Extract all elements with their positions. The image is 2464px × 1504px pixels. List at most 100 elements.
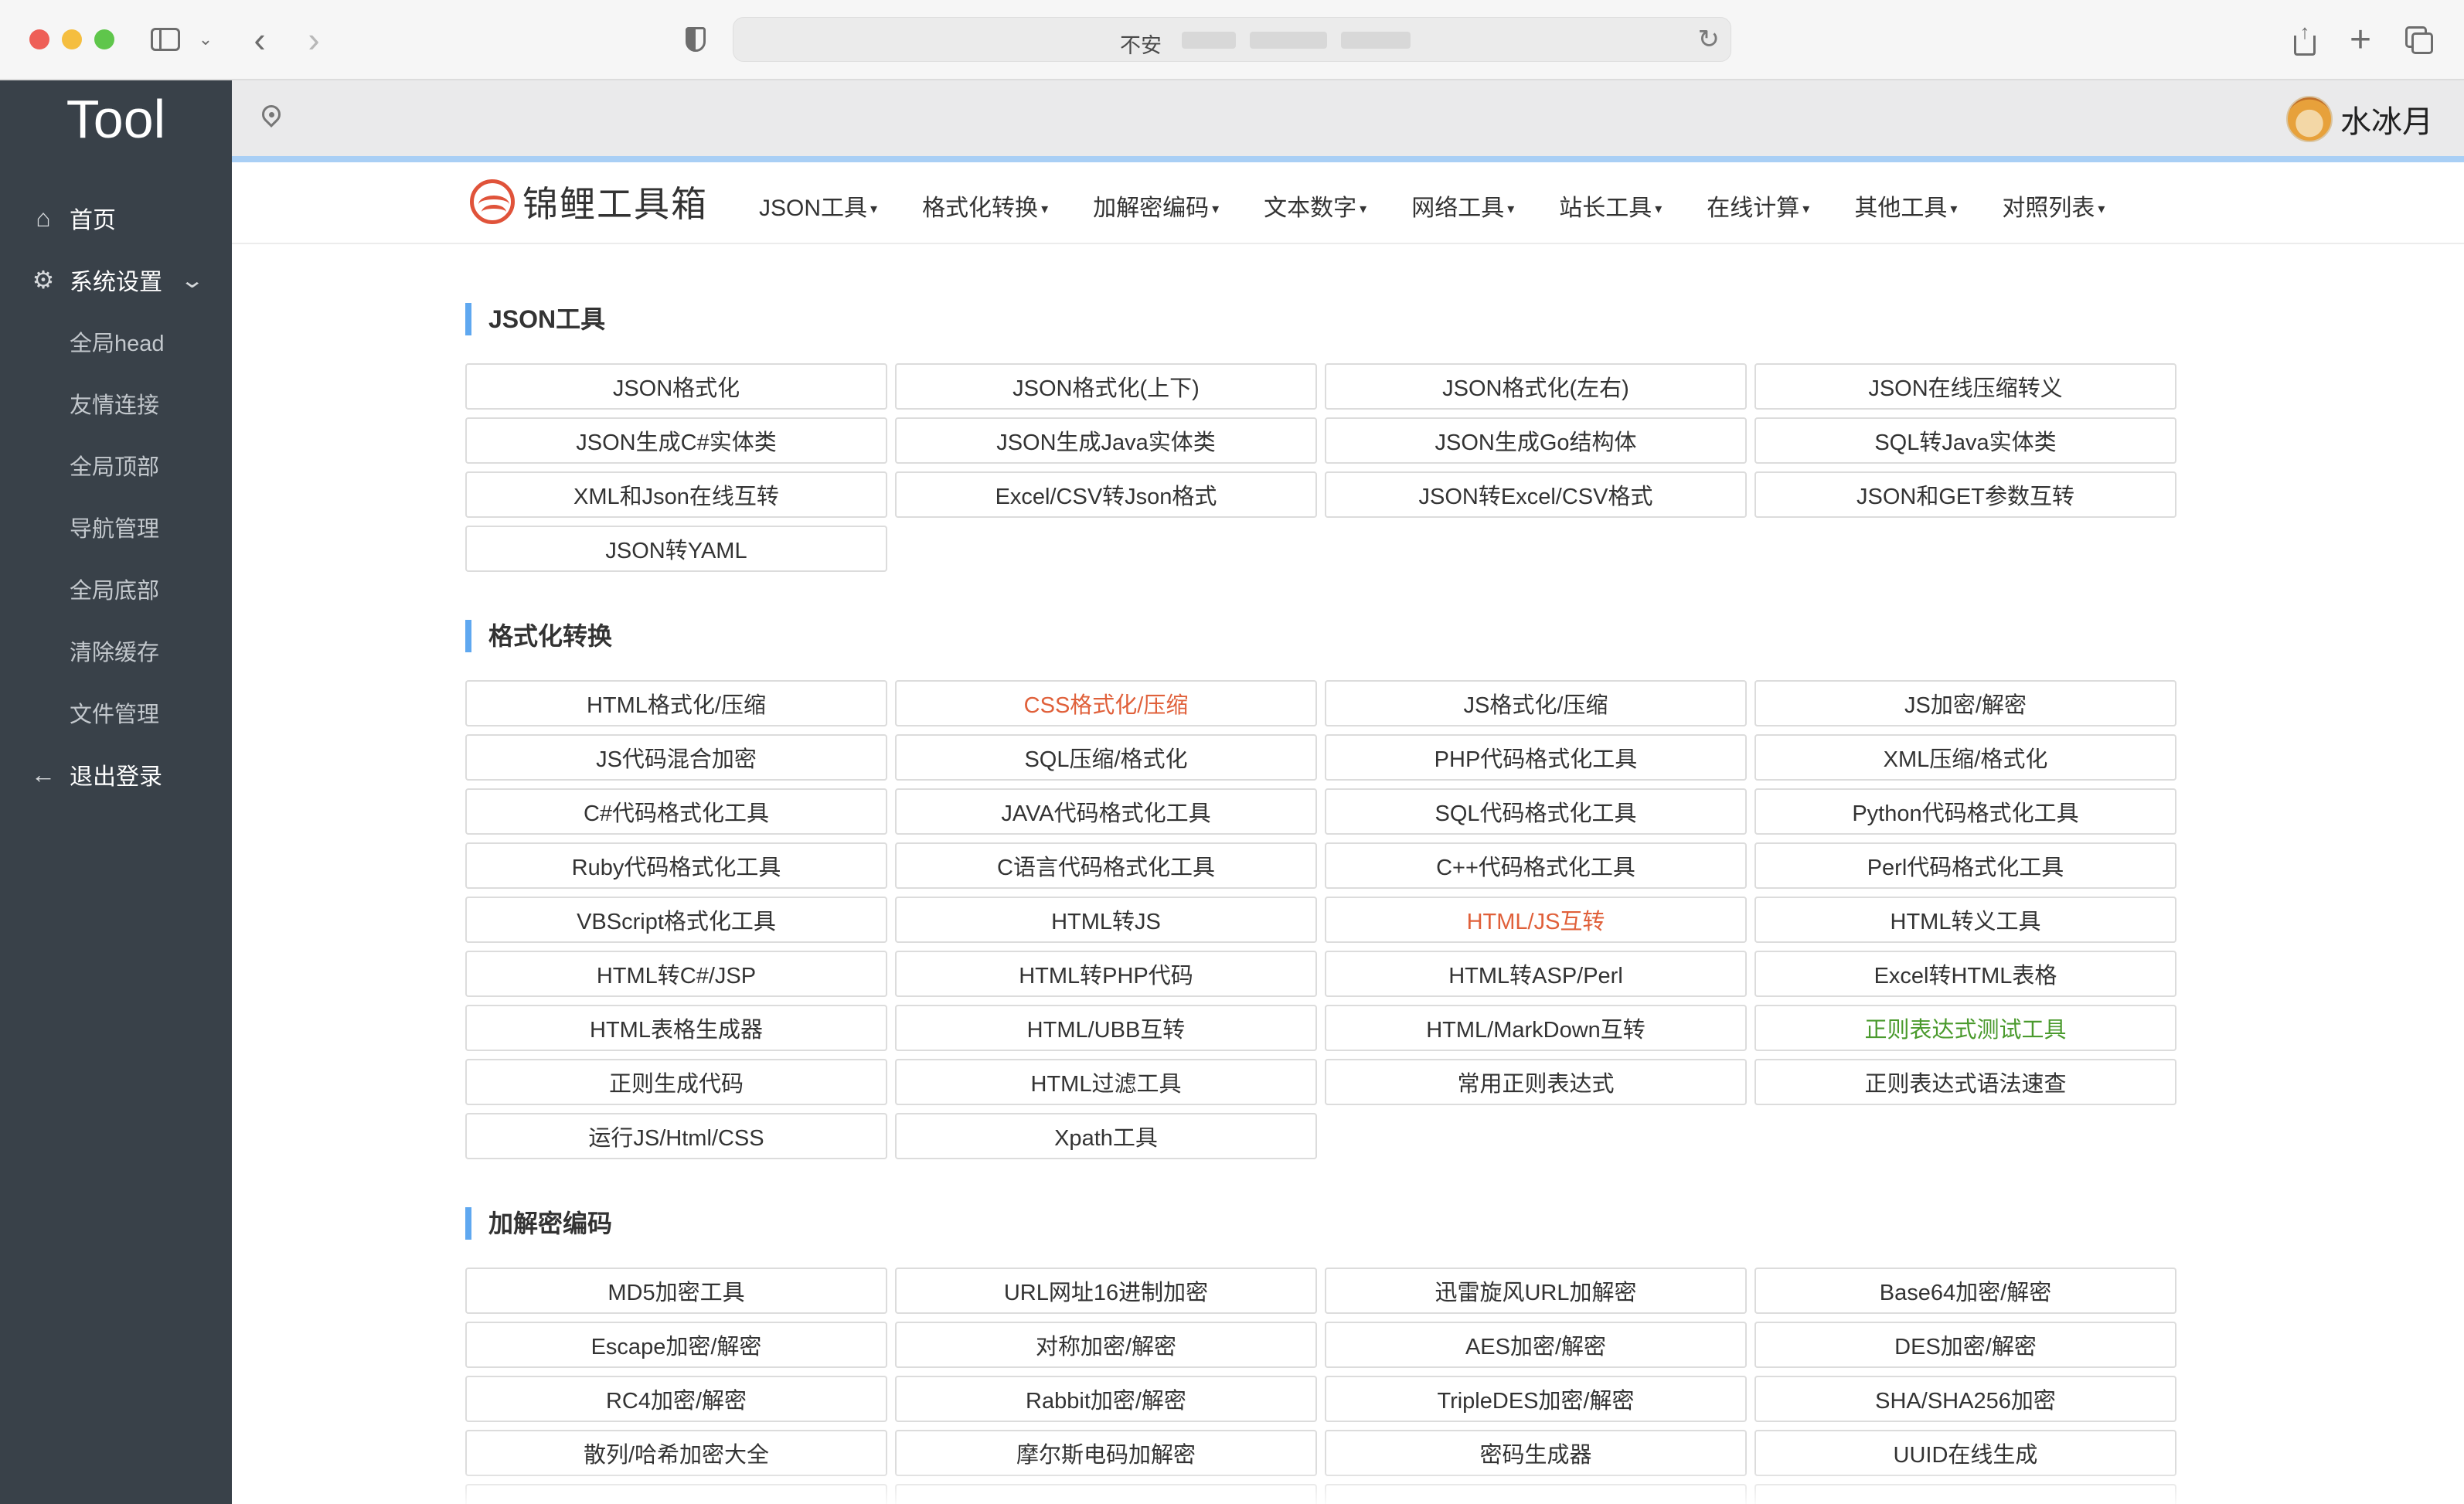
- minimize-window-button[interactable]: [62, 29, 82, 49]
- tool-link[interactable]: UUID在线生成: [1754, 1430, 2176, 1476]
- tool-link[interactable]: VBScript格式化工具: [465, 897, 887, 943]
- tool-link[interactable]: HTML过滤工具: [895, 1059, 1317, 1105]
- tool-link[interactable]: HTML格式化/压缩: [465, 680, 887, 726]
- tool-link[interactable]: JSON生成Go结构体: [1325, 417, 1747, 464]
- tool-link[interactable]: HTML转JS: [895, 897, 1317, 943]
- tool-link[interactable]: JSON转YAML: [465, 526, 887, 572]
- tool-link[interactable]: C语言代码格式化工具: [895, 842, 1317, 889]
- privacy-shield-icon[interactable]: [680, 19, 711, 60]
- tool-link[interactable]: HTML/UBB互转: [895, 1005, 1317, 1051]
- tool-link[interactable]: [465, 1484, 887, 1504]
- tool-link[interactable]: JSON格式化: [465, 363, 887, 410]
- tool-link[interactable]: SQL代码格式化工具: [1325, 788, 1747, 835]
- tool-link[interactable]: 正则表达式测试工具: [1754, 1005, 2176, 1051]
- chevron-down-icon[interactable]: ⌄: [196, 19, 215, 60]
- tool-link[interactable]: [895, 1484, 1317, 1504]
- site-logo[interactable]: 锦鲤工具箱: [470, 176, 708, 227]
- sidebar-item-settings[interactable]: ⚙ 系统设置 ⌄: [0, 249, 232, 311]
- sidebar-subitem[interactable]: 全局head: [0, 311, 232, 373]
- tool-link[interactable]: JSON生成C#实体类: [465, 417, 887, 464]
- tool-link[interactable]: HTML/MarkDown互转: [1325, 1005, 1747, 1051]
- sidebar-item-logout[interactable]: ← 退出登录: [0, 743, 232, 805]
- tool-link[interactable]: Base64加密/解密: [1754, 1268, 2176, 1314]
- tool-link[interactable]: 摩尔斯电码加解密: [895, 1430, 1317, 1476]
- tool-link[interactable]: SQL压缩/格式化: [895, 734, 1317, 781]
- reload-icon[interactable]: ↻: [1698, 24, 1720, 55]
- tool-link[interactable]: Ruby代码格式化工具: [465, 842, 887, 889]
- sidebar-item-home[interactable]: ⌂ 首页: [0, 187, 232, 249]
- tool-link[interactable]: MD5加密工具: [465, 1268, 887, 1314]
- tool-link[interactable]: Xpath工具: [895, 1113, 1317, 1159]
- menu-item[interactable]: 加解密编码 ▾: [1093, 189, 1219, 223]
- tool-link[interactable]: RC4加密/解密: [465, 1376, 887, 1422]
- tool-link[interactable]: 对称加密/解密: [895, 1322, 1317, 1368]
- sidebar-subitem[interactable]: 清除缓存: [0, 620, 232, 682]
- tool-link[interactable]: JS加密/解密: [1754, 680, 2176, 726]
- sidebar-icon[interactable]: [148, 19, 182, 60]
- tool-link[interactable]: JSON和GET参数互转: [1754, 471, 2176, 518]
- menu-item[interactable]: 对照列表 ▾: [2002, 189, 2105, 223]
- tool-link[interactable]: DES加密/解密: [1754, 1322, 2176, 1368]
- sidebar-subitem[interactable]: 友情连接: [0, 373, 232, 434]
- tool-link[interactable]: SQL转Java实体类: [1754, 417, 2176, 464]
- tool-link[interactable]: 正则表达式语法速查: [1754, 1059, 2176, 1105]
- tool-link[interactable]: Rabbit加密/解密: [895, 1376, 1317, 1422]
- address-bar[interactable]: 不安 ↻: [733, 17, 1731, 62]
- tool-link[interactable]: [1325, 1484, 1747, 1504]
- tool-link[interactable]: HTML转ASP/Perl: [1325, 951, 1747, 997]
- new-tab-icon[interactable]: +: [2343, 19, 2377, 60]
- tool-link[interactable]: CSS格式化/压缩: [895, 680, 1317, 726]
- tool-link[interactable]: JSON转Excel/CSV格式: [1325, 471, 1747, 518]
- share-icon[interactable]: ↑: [2288, 19, 2322, 60]
- tool-link[interactable]: SHA/SHA256加密: [1754, 1376, 2176, 1422]
- menu-item[interactable]: 其他工具 ▾: [1854, 189, 1957, 223]
- tool-link[interactable]: 常用正则表达式: [1325, 1059, 1747, 1105]
- tool-link[interactable]: URL网址16进制加密: [895, 1268, 1317, 1314]
- tool-link[interactable]: Excel转HTML表格: [1754, 951, 2176, 997]
- menu-item[interactable]: 在线计算 ▾: [1707, 189, 1809, 223]
- tool-link[interactable]: 散列/哈希加密大全: [465, 1430, 887, 1476]
- sidebar-subitem[interactable]: 导航管理: [0, 496, 232, 558]
- tool-link[interactable]: Excel/CSV转Json格式: [895, 471, 1317, 518]
- tool-link[interactable]: JSON格式化(左右): [1325, 363, 1747, 410]
- tool-link[interactable]: Escape加密/解密: [465, 1322, 887, 1368]
- tool-link[interactable]: [1754, 1484, 2176, 1504]
- tool-link[interactable]: C#代码格式化工具: [465, 788, 887, 835]
- tool-link[interactable]: HTML转C#/JSP: [465, 951, 887, 997]
- menu-item[interactable]: 格式化转换 ▾: [922, 189, 1048, 223]
- tool-link[interactable]: HTML转义工具: [1754, 897, 2176, 943]
- zoom-window-button[interactable]: [94, 29, 114, 49]
- sidebar-subitem[interactable]: 文件管理: [0, 682, 232, 743]
- tool-link[interactable]: 迅雷旋风URL加解密: [1325, 1268, 1747, 1314]
- tool-link[interactable]: C++代码格式化工具: [1325, 842, 1747, 889]
- tool-link[interactable]: XML压缩/格式化: [1754, 734, 2176, 781]
- tool-link[interactable]: AES加密/解密: [1325, 1322, 1747, 1368]
- tool-link[interactable]: XML和Json在线互转: [465, 471, 887, 518]
- tab-overview-icon[interactable]: [2402, 19, 2436, 60]
- tool-link[interactable]: HTML表格生成器: [465, 1005, 887, 1051]
- tool-link[interactable]: JSON在线压缩转义: [1754, 363, 2176, 410]
- forward-icon[interactable]: ›: [298, 19, 329, 60]
- tool-link[interactable]: TripleDES加密/解密: [1325, 1376, 1747, 1422]
- tool-link[interactable]: JSON格式化(上下): [895, 363, 1317, 410]
- menu-item[interactable]: 网络工具 ▾: [1411, 189, 1514, 223]
- close-window-button[interactable]: [29, 29, 49, 49]
- tool-link[interactable]: Python代码格式化工具: [1754, 788, 2176, 835]
- menu-item[interactable]: 站长工具 ▾: [1559, 189, 1662, 223]
- tool-link[interactable]: 正则生成代码: [465, 1059, 887, 1105]
- tool-link[interactable]: HTML转PHP代码: [895, 951, 1317, 997]
- tool-link[interactable]: HTML/JS互转: [1325, 897, 1747, 943]
- tool-link[interactable]: Perl代码格式化工具: [1754, 842, 2176, 889]
- tool-link[interactable]: JAVA代码格式化工具: [895, 788, 1317, 835]
- user-menu[interactable]: 水冰月: [2286, 96, 2433, 142]
- tool-link[interactable]: JSON生成Java实体类: [895, 417, 1317, 464]
- tool-link[interactable]: JS代码混合加密: [465, 734, 887, 781]
- back-icon[interactable]: ‹: [244, 19, 275, 60]
- tool-link[interactable]: 密码生成器: [1325, 1430, 1747, 1476]
- menu-item[interactable]: 文本数字 ▾: [1264, 189, 1366, 223]
- sidebar-subitem[interactable]: 全局顶部: [0, 434, 232, 496]
- location-icon[interactable]: [258, 101, 284, 131]
- menu-item[interactable]: JSON工具 ▾: [759, 189, 877, 223]
- tool-link[interactable]: JS格式化/压缩: [1325, 680, 1747, 726]
- tool-link[interactable]: 运行JS/Html/CSS: [465, 1113, 887, 1159]
